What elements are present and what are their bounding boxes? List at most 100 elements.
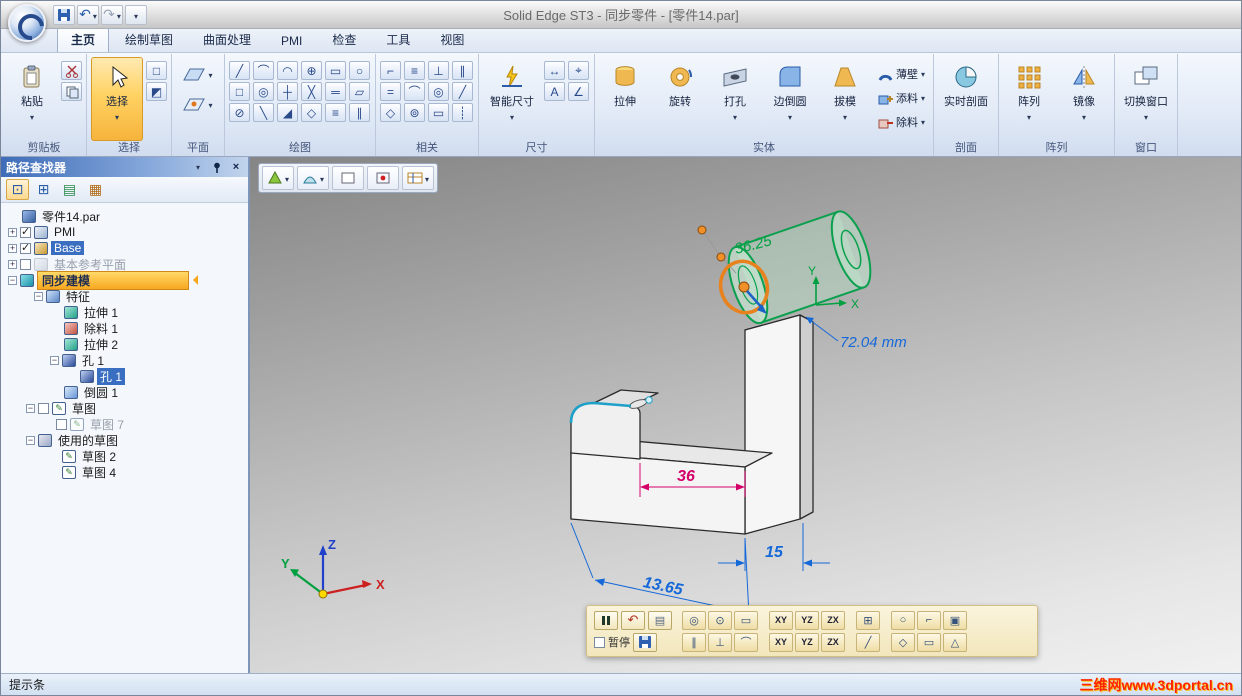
thin-wall-button[interactable]: 薄壁 [874,63,929,85]
tree-item-sketch-7[interactable]: 草图 7 [4,416,248,432]
redo-button[interactable] [101,4,123,25]
tree-item-round-1[interactable]: 倒圆 1 [4,384,248,400]
relate-tool-button[interactable]: ⌒ [404,82,425,101]
tree-item-used-sketches[interactable]: 使用的草图 [4,432,248,448]
tree-item-pmi[interactable]: PMI [4,224,248,240]
draw-tool-button[interactable]: ⊕ [301,61,322,80]
dimension-offset[interactable]: 13.65 [642,574,686,599]
relate-tool-button[interactable]: ⌐ [380,61,401,80]
draw-tool-button[interactable]: ╲ [253,103,274,122]
live-rule-button[interactable]: ⌐ [917,610,941,630]
quickbar-select-mode-button[interactable] [262,166,294,190]
panel-close-icon[interactable]: × [229,160,243,174]
restore-button[interactable] [621,610,645,630]
tree-item-hole-1-child[interactable]: 孔 1 [4,367,248,385]
dimension-1365-group[interactable] [570,522,750,616]
live-rule-button[interactable]: YZ [795,610,819,630]
revolve-button[interactable]: 旋转 [654,57,706,141]
live-rule-button[interactable]: ▭ [734,610,758,630]
draft-button[interactable]: 拔模 [819,57,871,141]
tab-inspect[interactable]: 检查 [318,27,370,52]
live-rule-button[interactable]: ▣ [943,610,967,630]
expander-icon[interactable] [8,259,17,269]
checkbox[interactable] [20,258,31,270]
tree-item-sketch-2[interactable]: 草图 2 [4,448,248,464]
panel-menu-icon[interactable] [191,160,205,174]
layers-button[interactable] [58,179,81,200]
tree-item-sketches[interactable]: 草图 [4,400,248,416]
add-material-button[interactable]: 添料 [874,87,929,109]
tab-surfacing[interactable]: 曲面处理 [189,27,265,52]
draw-tool-button[interactable]: ○ [349,61,370,80]
expander-icon[interactable] [8,275,17,285]
tree-item-cut-1[interactable]: 除料 1 [4,320,248,336]
tab-tools[interactable]: 工具 [372,27,424,52]
knob-handle[interactable] [716,252,726,262]
live-rule-button[interactable]: ∥ [682,632,706,652]
tree-item-base[interactable]: Base [4,240,248,256]
snapshot-button[interactable] [648,610,672,630]
draw-tool-button[interactable]: ◇ [301,103,322,122]
checkbox[interactable] [20,241,31,254]
draw-tool-button[interactable]: ⊘ [229,103,250,122]
model-part[interactable] [570,314,814,535]
expander-icon[interactable] [34,291,43,301]
checkbox[interactable] [20,225,31,238]
dimension-tool-button[interactable]: ∠ [568,82,589,101]
tree-item-extrude-1[interactable]: 拉伸 1 [4,304,248,320]
save-rules-button[interactable] [633,632,657,652]
panel-pin-icon[interactable] [210,160,224,174]
expander-icon[interactable] [8,243,17,253]
model-viewport[interactable]: 36.25 72.04 mm X Y [250,157,1241,673]
smart-dimension-button[interactable]: 智能尺寸 [483,57,541,141]
edge-handle[interactable] [645,396,653,404]
draw-tool-button[interactable]: ⌒ [253,61,274,80]
relate-tool-button[interactable]: ⊥ [428,61,449,80]
quickbar-table-button[interactable] [402,166,434,190]
select-box-button[interactable]: □ [146,61,167,80]
knob-handle[interactable] [697,225,707,235]
draw-tool-button[interactable]: ≡ [325,103,346,122]
tree-item-hole-1[interactable]: 孔 1 [4,352,248,368]
draw-tool-button[interactable]: ┼ [277,82,298,101]
live-rule-button[interactable]: ⊥ [708,632,732,652]
tab-view[interactable]: 视图 [426,27,478,52]
draw-tool-button[interactable]: ╱ [229,61,250,80]
cut-button[interactable] [61,61,82,80]
select-button[interactable]: 选择 [91,57,143,141]
tab-pmi[interactable]: PMI [267,30,316,52]
tree-item-part-root[interactable]: 零件14.par [4,208,248,224]
round-button[interactable]: 边倒圆 [764,57,816,141]
tab-home[interactable]: 主页 [57,27,110,52]
relate-tool-button[interactable]: ∥ [452,61,473,80]
live-section-button[interactable]: 实时剖面 [938,57,994,141]
expander-icon[interactable] [50,355,59,365]
paste-button[interactable]: 粘贴 [6,57,58,141]
tree-item-extrude-2[interactable]: 拉伸 2 [4,336,248,352]
live-rule-button[interactable]: YZ [795,632,819,652]
dimension-tool-button[interactable]: ⌖ [568,61,589,80]
quickbar-extent-button[interactable] [297,166,329,190]
relate-tool-button[interactable]: ╱ [452,82,473,101]
draw-tool-button[interactable]: ╳ [301,82,322,101]
live-rule-button[interactable]: ╱ [856,632,880,652]
live-rule-button[interactable]: XY [769,632,793,652]
quickbar-keypoint-button[interactable] [367,166,399,190]
expander-icon[interactable] [8,227,17,237]
coincident-plane-button[interactable] [176,61,220,87]
live-rule-button[interactable]: ⊙ [708,610,732,630]
draw-tool-button[interactable]: ═ [325,82,346,101]
checkbox[interactable] [38,402,49,414]
live-rule-button[interactable]: XY [769,610,793,630]
checkbox[interactable] [56,418,67,430]
live-rule-button[interactable]: ◎ [682,610,706,630]
relate-tool-button[interactable]: ┊ [452,103,473,122]
undo-button[interactable] [77,4,99,25]
tree-item-sketch-4[interactable]: 草图 4 [4,464,248,480]
live-rule-button[interactable]: ZX [821,632,845,652]
qat-menu-button[interactable] [125,4,147,25]
draw-tool-button[interactable]: ∥ [349,103,370,122]
dimension-depth[interactable]: 15 [765,544,784,561]
relate-tool-button[interactable]: ◇ [380,103,401,122]
live-rule-button[interactable]: ZX [821,610,845,630]
